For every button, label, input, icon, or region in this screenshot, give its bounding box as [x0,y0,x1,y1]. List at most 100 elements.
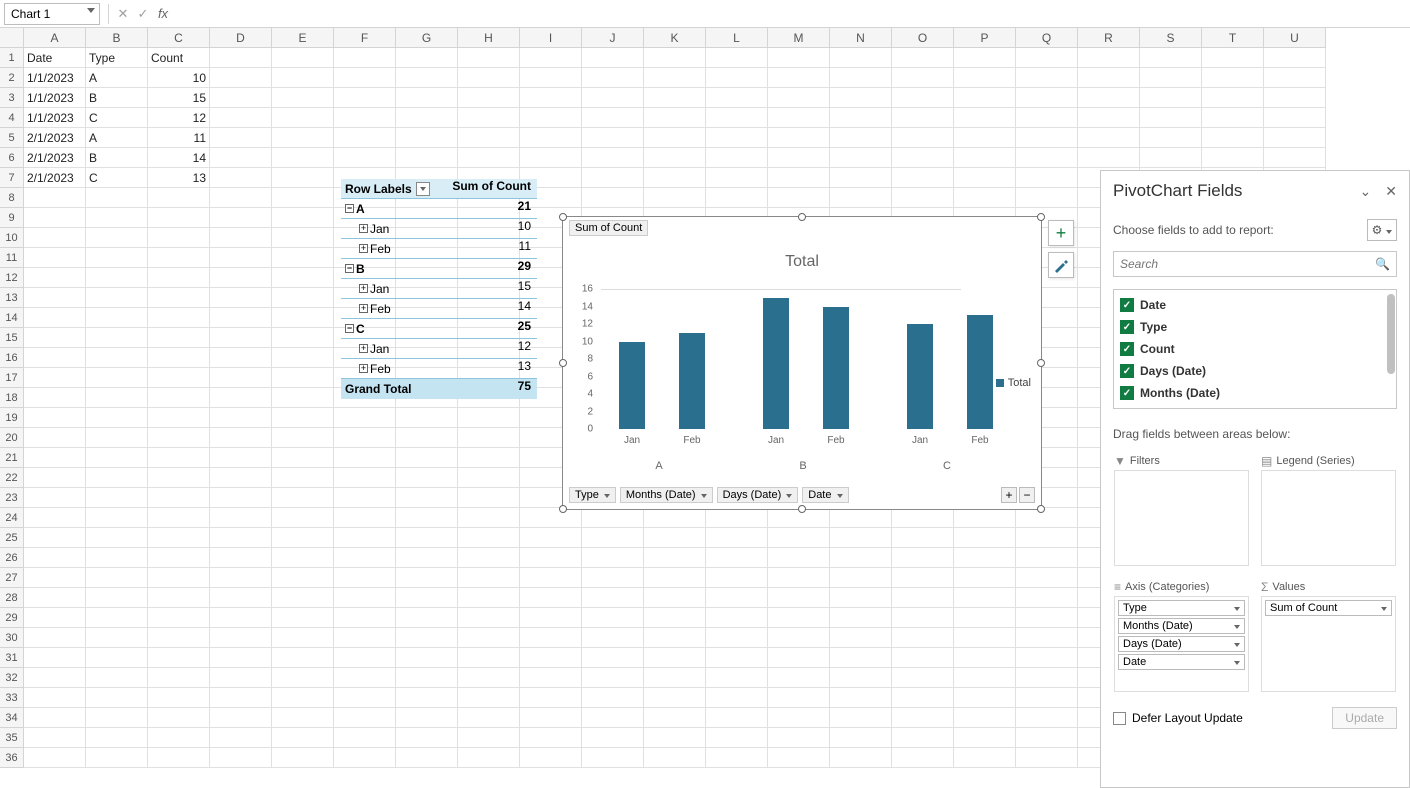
confirm-icon[interactable]: ✓ [133,4,153,24]
cell[interactable] [520,108,582,128]
cell[interactable] [830,108,892,128]
cell[interactable] [272,508,334,528]
cell[interactable] [644,188,706,208]
cell[interactable] [272,548,334,568]
cell[interactable] [86,228,148,248]
field-item[interactable]: ✓Date [1116,294,1394,316]
cell[interactable] [1264,148,1326,168]
field-list[interactable]: ✓Date✓Type✓Count✓Days (Date)✓Months (Dat… [1113,289,1397,409]
row-header[interactable]: 33 [0,688,24,708]
cell[interactable] [210,588,272,608]
cell[interactable] [458,588,520,608]
cell[interactable] [1016,108,1078,128]
cell[interactable] [1078,88,1140,108]
cell[interactable] [210,528,272,548]
cell[interactable] [582,568,644,588]
cell[interactable] [334,748,396,768]
cell[interactable] [396,508,458,528]
expand-icon[interactable]: + [359,304,368,313]
cell[interactable] [768,568,830,588]
cell[interactable] [892,108,954,128]
cell[interactable] [24,368,86,388]
pivot-row-label[interactable]: +Jan [341,279,432,299]
chart-badge[interactable]: Sum of Count [569,220,648,236]
axis-field-tag[interactable]: Type [1118,600,1245,616]
cell[interactable] [954,688,1016,708]
cell[interactable] [520,508,582,528]
cell[interactable] [644,588,706,608]
cell[interactable] [830,668,892,688]
cell[interactable] [334,508,396,528]
cell[interactable] [210,468,272,488]
cell[interactable] [644,628,706,648]
cell[interactable] [892,188,954,208]
cell[interactable] [644,88,706,108]
cell[interactable] [1140,148,1202,168]
cell[interactable] [1140,48,1202,68]
row-header[interactable]: 28 [0,588,24,608]
cell[interactable] [272,368,334,388]
cell[interactable] [334,448,396,468]
cell[interactable] [1078,148,1140,168]
row-header[interactable]: 15 [0,328,24,348]
collapse-button[interactable]: − [1019,487,1035,503]
cell[interactable] [892,528,954,548]
checkbox-icon[interactable]: ✓ [1120,342,1134,356]
cell[interactable] [458,568,520,588]
cell[interactable] [148,408,210,428]
cell[interactable] [148,608,210,628]
chart-axis-filter[interactable]: Type [569,487,616,503]
cell[interactable] [334,408,396,428]
cell[interactable] [210,248,272,268]
cell[interactable] [86,508,148,528]
row-header[interactable]: 7 [0,168,24,188]
cell[interactable] [148,688,210,708]
cell[interactable] [272,68,334,88]
cell[interactable] [458,408,520,428]
cell[interactable] [954,568,1016,588]
expand-button[interactable]: + [1001,487,1017,503]
cell[interactable] [396,68,458,88]
cell[interactable] [334,148,396,168]
cell[interactable] [458,528,520,548]
cell[interactable] [272,668,334,688]
cell[interactable] [768,108,830,128]
cell[interactable] [148,368,210,388]
cell[interactable] [210,208,272,228]
bar[interactable] [619,342,645,430]
cell[interactable] [24,328,86,348]
cell[interactable] [1264,128,1326,148]
cell[interactable] [520,528,582,548]
cell[interactable] [582,668,644,688]
field-item[interactable]: ✓Months (Date) [1116,382,1394,404]
cell[interactable] [396,608,458,628]
axis-zone[interactable]: TypeMonths (Date)Days (Date)Date [1114,596,1249,692]
cell[interactable] [768,148,830,168]
cell[interactable] [582,688,644,708]
column-header[interactable]: K [644,28,706,48]
row-header[interactable]: 23 [0,488,24,508]
pivot-chart[interactable]: Sum of Count Total 0246810121416 JanFebJ… [562,216,1042,510]
cell[interactable] [272,128,334,148]
row-header[interactable]: 25 [0,528,24,548]
cell[interactable]: 1/1/2023 [24,88,86,108]
cell[interactable] [520,568,582,588]
cell[interactable] [210,668,272,688]
values-field-tag[interactable]: Sum of Count [1265,600,1392,616]
cell[interactable] [954,148,1016,168]
cell[interactable] [830,528,892,548]
cell[interactable] [396,408,458,428]
cell[interactable] [1202,88,1264,108]
legend-zone[interactable] [1261,470,1396,566]
cell[interactable] [396,708,458,728]
cell[interactable] [148,648,210,668]
cell[interactable] [210,268,272,288]
cell[interactable] [892,628,954,648]
cell[interactable] [210,368,272,388]
cell[interactable] [148,708,210,728]
cell[interactable] [1264,88,1326,108]
cell[interactable] [768,128,830,148]
cell[interactable] [954,588,1016,608]
cell[interactable] [24,228,86,248]
cell[interactable] [24,348,86,368]
